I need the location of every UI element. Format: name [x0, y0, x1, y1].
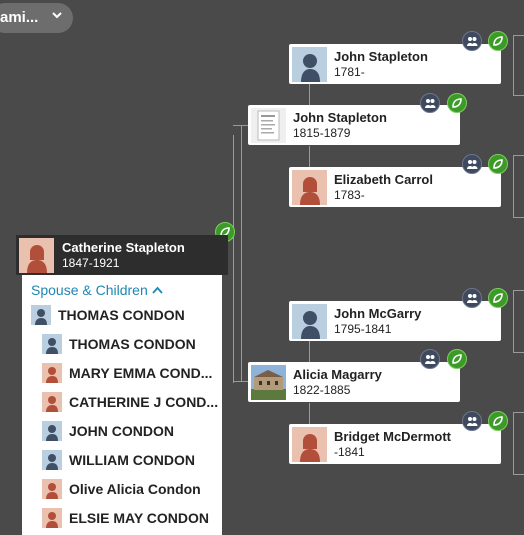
chevron-down-icon	[51, 9, 63, 24]
male-silhouette-icon	[292, 304, 327, 339]
person-dates: -1841	[334, 445, 365, 459]
female-silhouette-icon	[42, 392, 62, 412]
male-silhouette-icon	[42, 450, 62, 470]
male-silhouette-icon	[42, 421, 62, 441]
male-silhouette-icon	[292, 47, 327, 82]
spouse-children-toggle[interactable]: Spouse & Children	[31, 282, 163, 298]
person-name: Elizabeth Carrol	[334, 172, 433, 187]
child-name: WILLIAM CONDON	[69, 452, 195, 468]
female-silhouette-icon	[42, 363, 62, 383]
person-dates: 1783-	[334, 188, 365, 202]
person-dates: 1795-1841	[334, 322, 392, 336]
male-silhouette-icon	[31, 305, 51, 325]
male-silhouette-icon	[42, 334, 62, 354]
family-group-icon[interactable]	[462, 31, 482, 51]
family-group-icon[interactable]	[420, 349, 440, 369]
child-name: ELSIE MAY CONDON	[69, 510, 210, 526]
female-silhouette-icon	[19, 238, 54, 273]
chevron-up-icon	[151, 282, 163, 298]
spouse-children-panel: Spouse & Children THOMAS CONDON THOMAS C…	[22, 275, 222, 535]
family-group-icon[interactable]	[462, 288, 482, 308]
child-name: MARY EMMA COND...	[69, 365, 213, 381]
female-silhouette-icon	[292, 170, 327, 205]
spouse-children-label: Spouse & Children	[31, 282, 148, 298]
hint-leaf-icon[interactable]	[488, 154, 508, 174]
family-group-icon[interactable]	[420, 93, 440, 113]
family-group-icon[interactable]	[462, 154, 482, 174]
focus-person-card[interactable]: Catherine Stapleton 1847-1921	[16, 235, 228, 275]
child-name: THOMAS CONDON	[69, 336, 196, 352]
hint-leaf-icon[interactable]	[488, 31, 508, 51]
family-view-dropdown[interactable]: ami...	[0, 3, 73, 33]
hint-leaf-icon[interactable]	[488, 288, 508, 308]
building-photo	[251, 365, 286, 400]
spouse-name: THOMAS CONDON	[58, 307, 185, 323]
person-name: Alicia Magarry	[293, 367, 382, 382]
hint-leaf-icon[interactable]	[447, 349, 467, 369]
person-name: John Stapleton	[293, 110, 387, 125]
family-group-icon[interactable]	[462, 411, 482, 431]
focus-person-name: Catherine Stapleton	[62, 240, 185, 255]
person-name: Bridget McDermott	[334, 429, 452, 444]
child-name: Olive Alicia Condon	[69, 481, 201, 497]
female-silhouette-icon	[42, 508, 62, 528]
female-silhouette-icon	[292, 427, 327, 462]
person-dates: 1815-1879	[293, 126, 351, 140]
child-name: JOHN CONDON	[69, 423, 175, 439]
document-photo	[251, 108, 286, 143]
person-dates: 1781-	[334, 65, 365, 79]
person-dates: 1822-1885	[293, 383, 351, 397]
hint-leaf-icon[interactable]	[488, 411, 508, 431]
person-name: John Stapleton	[334, 49, 428, 64]
hint-leaf-icon[interactable]	[447, 93, 467, 113]
person-name: John McGarry	[334, 306, 422, 321]
family-view-label: ami...	[0, 9, 39, 26]
focus-person-dates: 1847-1921	[62, 256, 120, 270]
female-silhouette-icon	[42, 479, 62, 499]
child-name: CATHERINE J COND...	[69, 394, 219, 410]
